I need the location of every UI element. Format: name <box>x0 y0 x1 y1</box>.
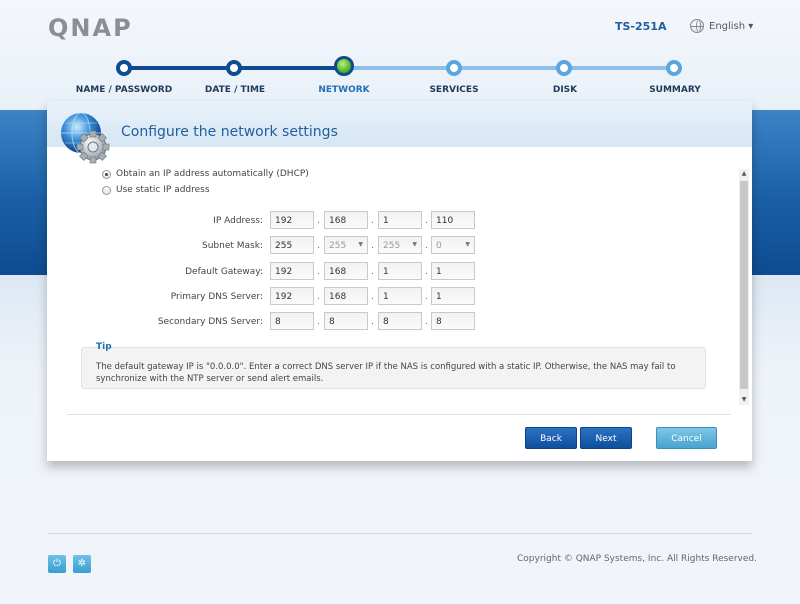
gateway-octet-1[interactable]: 192 <box>270 262 314 280</box>
octet-separator: . <box>317 317 320 327</box>
step-dot-network <box>334 56 354 76</box>
footer-divider <box>48 533 753 534</box>
next-button[interactable]: Next <box>580 427 632 449</box>
secondary-dns-octet-4[interactable]: 8 <box>431 312 475 330</box>
subnet-select-3-value: 255 <box>383 241 401 251</box>
primary-dns-octet-3[interactable]: 1 <box>378 287 422 305</box>
octet-separator: . <box>371 317 374 327</box>
gateway-octet-3[interactable]: 1 <box>378 262 422 280</box>
subnet-mask-label: Subnet Mask: <box>202 241 263 251</box>
copyright-text: Copyright © QNAP Systems, Inc. All Right… <box>517 554 757 564</box>
step-dot-name-password <box>116 60 132 76</box>
secondary-dns-label: Secondary DNS Server: <box>157 317 263 327</box>
globe-icon <box>690 19 704 33</box>
dropdown-arrow-icon: ▼ <box>358 241 363 248</box>
dropdown-arrow-icon: ▼ <box>465 241 470 248</box>
radio-static-ip[interactable]: Use static IP address <box>102 185 210 195</box>
octet-separator: . <box>371 241 374 251</box>
primary-dns-octet-4[interactable]: 1 <box>431 287 475 305</box>
step-dot-date-time <box>226 60 242 76</box>
primary-dns-row: Primary DNS Server: 192 . 168 . 1 . 1 <box>47 287 752 307</box>
settings-icon[interactable]: ✲ <box>73 555 91 573</box>
ip-octet-4[interactable]: 110 <box>431 211 475 229</box>
octet-separator: . <box>317 292 320 302</box>
subnet-select-2[interactable]: 255 ▼ <box>324 236 368 254</box>
octet-separator: . <box>371 216 374 226</box>
panel-header: Configure the network settings <box>47 101 752 164</box>
subnet-select-4[interactable]: 0 ▼ <box>431 236 475 254</box>
octet-separator: . <box>425 216 428 226</box>
gateway-octet-4[interactable]: 1 <box>431 262 475 280</box>
network-settings-panel: Configure the network settings Obtain an… <box>47 101 752 461</box>
ip-address-label: IP Address: <box>213 216 263 226</box>
radio-dhcp[interactable]: Obtain an IP address automatically (DHCP… <box>102 169 309 179</box>
octet-separator: . <box>317 267 320 277</box>
default-gateway-row: Default Gateway: 192 . 168 . 1 . 1 <box>47 262 752 282</box>
scroll-up-arrow-icon[interactable]: ▲ <box>739 169 749 179</box>
radio-dhcp-label: Obtain an IP address automatically (DHCP… <box>116 169 309 179</box>
step-label-summary: SUMMARY <box>649 85 701 95</box>
ip-octet-2[interactable]: 168 <box>324 211 368 229</box>
octet-separator: . <box>371 292 374 302</box>
secondary-dns-octet-2[interactable]: 8 <box>324 312 368 330</box>
octet-separator: . <box>425 267 428 277</box>
octet-separator: . <box>425 317 428 327</box>
ip-octet-1[interactable]: 192 <box>270 211 314 229</box>
subnet-octet-1[interactable]: 255 <box>270 236 314 254</box>
language-selector[interactable]: English ▾ <box>690 19 753 33</box>
step-label-network: NETWORK <box>318 85 370 95</box>
back-button[interactable]: Back <box>525 427 577 449</box>
radio-static-label: Use static IP address <box>116 185 210 195</box>
tip-text: The default gateway IP is "0.0.0.0". Ent… <box>96 362 676 384</box>
tip-title: Tip <box>96 342 112 352</box>
step-label-name-password: NAME / PASSWORD <box>75 85 173 95</box>
step-label-services: SERVICES <box>429 85 479 95</box>
panel-scrollbar[interactable]: ▲ ▼ <box>739 169 749 405</box>
panel-title: Configure the network settings <box>121 124 338 140</box>
subnet-mask-row: Subnet Mask: 255 . 255 ▼ . 255 ▼ . 0 ▼ <box>47 236 752 256</box>
scrollbar-thumb[interactable] <box>740 181 748 389</box>
octet-separator: . <box>425 241 428 251</box>
step-dot-summary <box>666 60 682 76</box>
octet-separator: . <box>317 216 320 226</box>
octet-separator: . <box>425 292 428 302</box>
tip-box: The default gateway IP is "0.0.0.0". Ent… <box>81 347 706 389</box>
power-icon[interactable]: ⏻ <box>48 555 66 573</box>
default-gateway-label: Default Gateway: <box>185 267 263 277</box>
scroll-down-arrow-icon[interactable]: ▼ <box>739 395 749 405</box>
ip-octet-3[interactable]: 1 <box>378 211 422 229</box>
radio-button-checked[interactable] <box>102 169 111 179</box>
primary-dns-octet-1[interactable]: 192 <box>270 287 314 305</box>
radio-button-unchecked[interactable] <box>102 185 111 195</box>
step-dot-services <box>446 60 462 76</box>
step-dot-disk <box>556 60 572 76</box>
qnap-logo: QNAP <box>48 14 133 42</box>
secondary-dns-octet-1[interactable]: 8 <box>270 312 314 330</box>
dropdown-arrow-icon: ▼ <box>412 241 417 248</box>
octet-separator: . <box>371 267 374 277</box>
language-label: English ▾ <box>709 20 754 32</box>
network-settings-icon <box>61 112 110 164</box>
primary-dns-octet-2[interactable]: 168 <box>324 287 368 305</box>
secondary-dns-octet-3[interactable]: 8 <box>378 312 422 330</box>
subnet-select-4-value: 0 <box>436 241 442 251</box>
primary-dns-label: Primary DNS Server: <box>170 292 263 302</box>
step-label-disk: DISK <box>552 85 578 95</box>
panel-divider <box>67 414 731 415</box>
secondary-dns-row: Secondary DNS Server: 8 . 8 . 8 . 8 <box>47 312 752 332</box>
cancel-button[interactable]: Cancel <box>656 427 717 449</box>
model-name: TS-251A <box>615 20 667 33</box>
ip-address-row: IP Address: 192 . 168 . 1 . 110 <box>47 211 752 231</box>
octet-separator: . <box>317 241 320 251</box>
subnet-select-2-value: 255 <box>329 241 347 251</box>
gateway-octet-2[interactable]: 168 <box>324 262 368 280</box>
stepper-track-todo <box>344 66 674 70</box>
step-label-date-time: DATE / TIME <box>204 85 266 95</box>
subnet-select-3[interactable]: 255 ▼ <box>378 236 422 254</box>
